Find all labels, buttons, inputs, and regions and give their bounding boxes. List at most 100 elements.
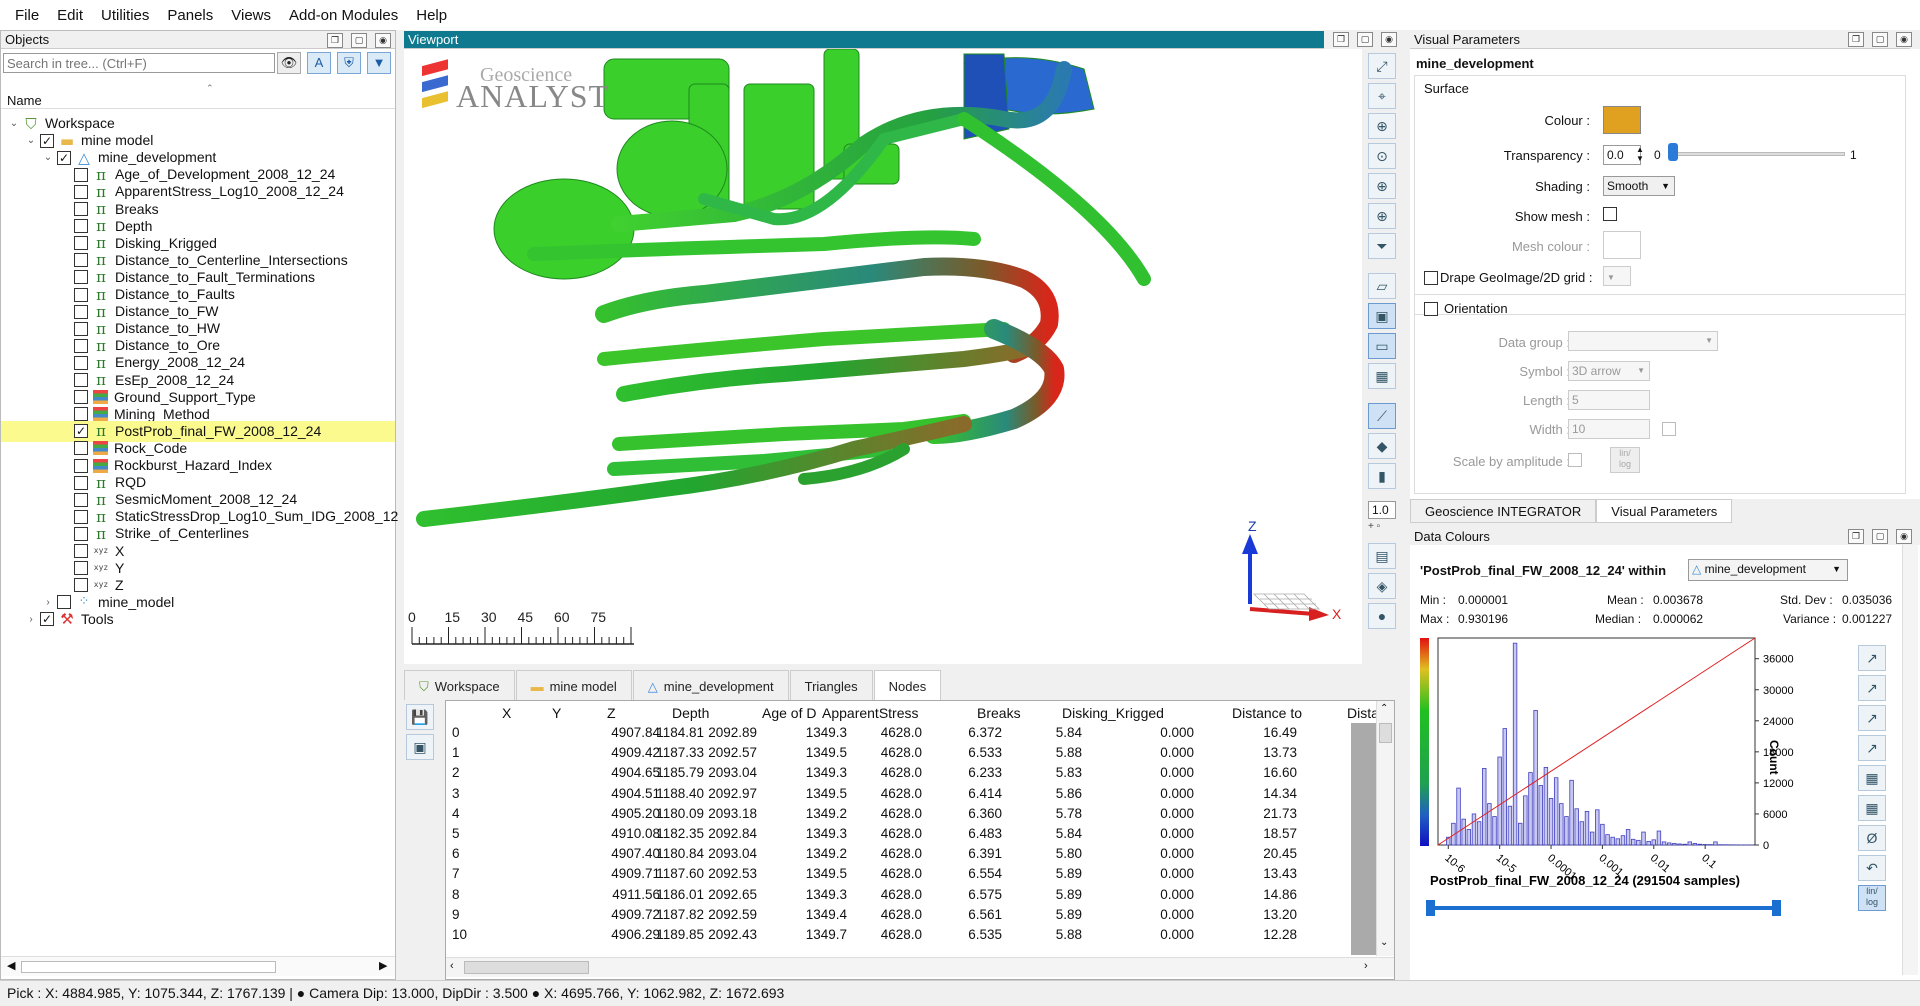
- tree-checkbox[interactable]: [74, 459, 88, 473]
- view-east-icon[interactable]: ⊕: [1368, 173, 1396, 199]
- table-row[interactable]: 84911.561186.012092.651349.34628.06.5755…: [446, 885, 1374, 905]
- table-hscroll-thumb[interactable]: [464, 961, 589, 974]
- tab-workspace[interactable]: ⛉Workspace: [404, 670, 515, 700]
- show-mesh-checkbox[interactable]: [1603, 207, 1617, 221]
- column-header[interactable]: Age of D: [756, 703, 820, 723]
- column-header[interactable]: Y: [546, 703, 565, 723]
- vp-hide-icon[interactable]: ◉: [1896, 32, 1912, 47]
- filter-funnel-icon[interactable]: ▼: [367, 52, 391, 74]
- float-panel-icon[interactable]: ❐: [327, 33, 343, 48]
- dc-float-icon[interactable]: ❐: [1848, 529, 1864, 544]
- menu-item-0[interactable]: File: [6, 7, 48, 24]
- tree-checkbox[interactable]: ✓: [57, 151, 71, 165]
- menu-item-3[interactable]: Panels: [158, 7, 222, 24]
- visibility-eye-icon[interactable]: 👁: [277, 52, 301, 74]
- column-header[interactable]: Breaks: [971, 703, 1025, 723]
- tree-checkbox[interactable]: ✓: [40, 612, 54, 626]
- cdf-icon[interactable]: ↗: [1858, 735, 1886, 761]
- viewport-max-icon[interactable]: ▢: [1357, 32, 1373, 47]
- tree-checkbox[interactable]: [74, 219, 88, 233]
- tree-checkbox[interactable]: [74, 356, 88, 370]
- tree-checkbox[interactable]: [74, 373, 88, 387]
- symbol-select[interactable]: 3D arrow▼: [1568, 361, 1650, 381]
- save-table-icon[interactable]: 💾: [406, 704, 434, 730]
- transparency-slider[interactable]: [1670, 152, 1845, 156]
- scroll-right-icon[interactable]: ▶: [379, 959, 387, 972]
- menu-item-6[interactable]: Help: [407, 7, 456, 24]
- table-row[interactable]: 24904.651185.792093.041349.34628.06.2335…: [446, 763, 1374, 783]
- within-select[interactable]: △ mine_development▼: [1688, 559, 1848, 581]
- data-group-select[interactable]: ▼: [1568, 331, 1718, 351]
- table-vertical-scrollbar[interactable]: ⌃ ⌄: [1376, 701, 1394, 956]
- null-icon[interactable]: Ø: [1858, 825, 1886, 851]
- tree-checkbox[interactable]: [74, 202, 88, 216]
- column-header[interactable]: X: [496, 703, 515, 723]
- tree-checkbox[interactable]: ✓: [74, 424, 88, 438]
- tree-checkbox[interactable]: [74, 527, 88, 541]
- tree-checkbox[interactable]: [74, 476, 88, 490]
- table-row[interactable]: 34904.511188.402092.971349.54628.06.4145…: [446, 784, 1374, 804]
- tab-visual-parameters[interactable]: Visual Parameters: [1596, 499, 1732, 523]
- tree-checkbox[interactable]: [74, 185, 88, 199]
- vp-float-icon[interactable]: ❐: [1848, 32, 1864, 47]
- cumulative-icon[interactable]: ↗: [1858, 705, 1886, 731]
- range-slider[interactable]: [1428, 906, 1778, 910]
- tree-checkbox[interactable]: [74, 578, 88, 592]
- shading-select[interactable]: Smooth▼: [1603, 176, 1675, 196]
- screenshot-icon[interactable]: ▤: [1368, 543, 1396, 569]
- tree-checkbox[interactable]: [74, 339, 88, 353]
- drape-checkbox[interactable]: [1424, 271, 1438, 285]
- table-row[interactable]: 44905.201180.092093.181349.24628.06.3605…: [446, 804, 1374, 824]
- table-row[interactable]: 54910.081182.352092.841349.34628.06.4835…: [446, 824, 1374, 844]
- column-header[interactable]: ApparentStress: [816, 703, 923, 723]
- menu-item-5[interactable]: Add-on Modules: [280, 7, 407, 24]
- pick-icon[interactable]: ●: [1368, 603, 1396, 629]
- tree-search-input[interactable]: [3, 53, 275, 73]
- zoom-extents-icon[interactable]: ⤢: [1368, 53, 1396, 79]
- length-spinbox[interactable]: 5: [1568, 390, 1650, 410]
- tree-checkbox[interactable]: [74, 253, 88, 267]
- render-icon[interactable]: ◈: [1368, 573, 1396, 599]
- tree-checkbox[interactable]: [74, 493, 88, 507]
- transparency-slider-handle[interactable]: [1668, 143, 1678, 161]
- menu-item-2[interactable]: Utilities: [92, 7, 158, 24]
- filter-shield-icon[interactable]: ⛨: [337, 52, 361, 74]
- drape-select[interactable]: ▼: [1603, 266, 1631, 286]
- undo-icon[interactable]: ↶: [1858, 855, 1886, 881]
- view-target-icon[interactable]: ⌖: [1368, 83, 1396, 109]
- vp-max-icon[interactable]: ▢: [1872, 32, 1888, 47]
- range-slider-max-handle[interactable]: [1772, 900, 1781, 916]
- width-checkbox[interactable]: [1662, 422, 1676, 436]
- viewport-hide-icon[interactable]: ◉: [1381, 32, 1397, 47]
- tree-checkbox[interactable]: [74, 270, 88, 284]
- 3d-viewport[interactable]: Geoscience ANALYST 01530456075 Z X: [404, 49, 1362, 664]
- tree-checkbox[interactable]: [74, 407, 88, 421]
- tree-checkbox[interactable]: [74, 322, 88, 336]
- maximize-panel-icon[interactable]: ▢: [351, 33, 367, 48]
- colour-swatch-button[interactable]: [1603, 106, 1641, 134]
- tab-mine-model[interactable]: ▬mine model: [516, 670, 632, 700]
- dc-max-icon[interactable]: ▢: [1872, 529, 1888, 544]
- tree-checkbox[interactable]: [74, 288, 88, 302]
- tab-geoscience-integrator[interactable]: Geoscience INTEGRATOR: [1410, 499, 1596, 523]
- menu-item-4[interactable]: Views: [222, 7, 280, 24]
- menu-item-1[interactable]: Edit: [48, 7, 92, 24]
- width-spinbox[interactable]: 10: [1568, 419, 1650, 439]
- histogram-chart[interactable]: 06000120001800024000300003600010-610-50.…: [1410, 630, 1915, 975]
- bounding-box-icon[interactable]: ▣: [1368, 303, 1396, 329]
- scale-amplitude-checkbox[interactable]: [1568, 453, 1582, 467]
- table-row[interactable]: 14909.421187.332092.571349.54628.06.5335…: [446, 743, 1374, 763]
- view-top-icon[interactable]: ⊕: [1368, 113, 1396, 139]
- tree-checkbox[interactable]: ✓: [40, 134, 54, 148]
- table-row[interactable]: 64907.401180.842093.041349.24628.06.3915…: [446, 844, 1374, 864]
- colour-map-icon[interactable]: ▦: [1858, 795, 1886, 821]
- linear-scale-icon[interactable]: ↗: [1858, 645, 1886, 671]
- tab-nodes[interactable]: Nodes: [874, 670, 942, 700]
- tree-checkbox[interactable]: [74, 544, 88, 558]
- table-vscroll-thumb[interactable]: [1379, 723, 1392, 743]
- view-south-icon[interactable]: ⊕: [1368, 203, 1396, 229]
- lin-log-button[interactable]: lin/log: [1610, 447, 1640, 473]
- viewport-float-icon[interactable]: ❐: [1333, 32, 1349, 47]
- zoom-step-icon[interactable]: + ▫: [1368, 521, 1380, 532]
- lin-log-toggle[interactable]: lin/log: [1858, 885, 1886, 911]
